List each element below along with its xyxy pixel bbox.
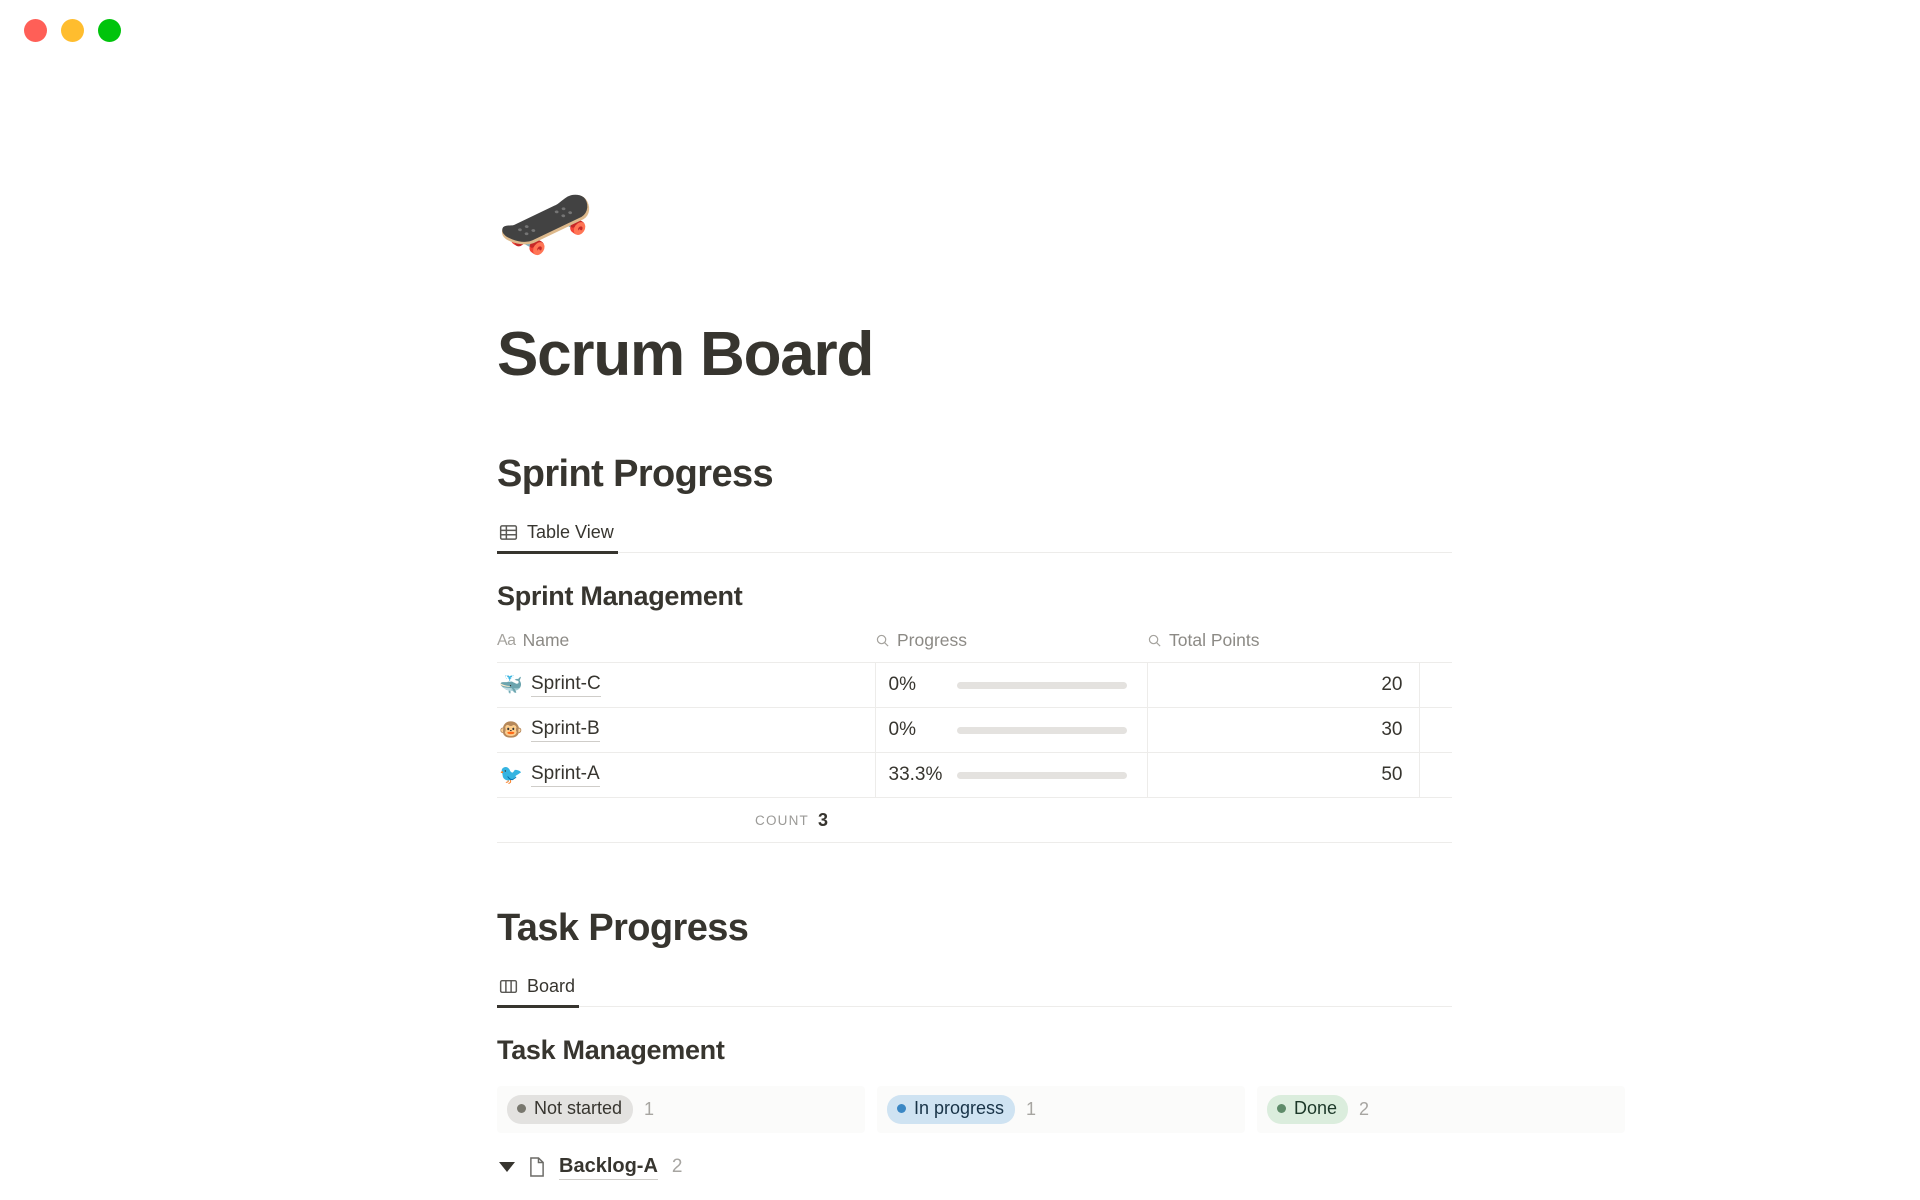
maximize-window-button[interactable] — [98, 19, 121, 42]
column-header-total-points[interactable]: Total Points — [1147, 626, 1419, 663]
cell-spacer — [1419, 708, 1452, 753]
board-column-count: 1 — [644, 1099, 654, 1120]
cell-name[interactable]: 🐵 Sprint-B — [497, 708, 875, 753]
column-header-progress-label: Progress — [897, 630, 967, 651]
table-summary-row[interactable]: Count 3 — [497, 798, 1452, 843]
chevron-down-icon[interactable] — [499, 1162, 515, 1172]
status-dot-icon — [897, 1104, 906, 1113]
rollup-search-icon — [875, 633, 890, 648]
cell-progress[interactable]: 33.3% — [875, 753, 1147, 798]
status-badge-label: Done — [1294, 1098, 1337, 1120]
board-column-count: 2 — [1359, 1099, 1369, 1120]
table-header-row: Aa Name Progress — [497, 626, 1452, 663]
minimize-window-button[interactable] — [61, 19, 84, 42]
tab-table-view[interactable]: Table View — [497, 512, 626, 552]
cell-total-points[interactable]: 50 — [1147, 753, 1419, 798]
board-group-count: 2 — [672, 1156, 683, 1178]
status-dot-icon — [1277, 1104, 1286, 1113]
task-view-tabs: Board — [497, 967, 1452, 1007]
cell-spacer — [1419, 663, 1452, 708]
board-group-name-link[interactable]: Backlog-A — [559, 1155, 658, 1180]
table-row[interactable]: 🐦 Sprint-A 33.3% 50 — [497, 753, 1452, 798]
status-badge-done[interactable]: Done — [1267, 1095, 1348, 1124]
cell-spacer — [1419, 753, 1452, 798]
status-badge-label: Not started — [534, 1098, 622, 1120]
page-title[interactable]: Scrum Board — [497, 321, 1920, 389]
progress-value: 0% — [889, 719, 943, 741]
cell-name[interactable]: 🐦 Sprint-A — [497, 753, 875, 798]
progress-value: 33.3% — [889, 764, 943, 786]
progress-value: 0% — [889, 674, 943, 696]
task-board: Not started 1 In progress 1 Done 2 — [497, 1086, 1627, 1133]
cell-name[interactable]: 🐳 Sprint-C — [497, 663, 875, 708]
board-column-done[interactable]: Done 2 — [1257, 1086, 1625, 1133]
board-group-row-backlog-a: Backlog-A 2 — [497, 1155, 1920, 1180]
database-title-task-management[interactable]: Task Management — [497, 1035, 1920, 1066]
progress-bar-track — [957, 727, 1127, 734]
row-icon-emoji: 🐳 — [499, 676, 521, 695]
row-name-link[interactable]: Sprint-C — [531, 673, 601, 697]
summary-count-label: Count — [755, 813, 809, 828]
status-badge-not-started[interactable]: Not started — [507, 1095, 633, 1124]
board-column-count: 1 — [1026, 1099, 1036, 1120]
sprint-management-table: Aa Name Progress — [497, 626, 1452, 798]
window-traffic-lights — [24, 19, 121, 42]
row-name-link[interactable]: Sprint-B — [531, 718, 600, 742]
section-heading-sprint-progress[interactable]: Sprint Progress — [497, 453, 1920, 496]
cell-total-points[interactable]: 30 — [1147, 708, 1419, 753]
cell-progress[interactable]: 0% — [875, 708, 1147, 753]
status-badge-label: In progress — [914, 1098, 1004, 1120]
column-header-progress[interactable]: Progress — [875, 626, 1147, 663]
column-header-name-label: Name — [523, 630, 570, 651]
progress-bar-track — [957, 682, 1127, 689]
page-icon-emoji[interactable]: 🛹 — [497, 182, 1920, 274]
page-content: 🛹 Scrum Board Sprint Progress Table View… — [0, 60, 1920, 1180]
row-icon-emoji: 🐵 — [499, 721, 521, 740]
rollup-search-icon — [1147, 633, 1162, 648]
row-icon-emoji: 🐦 — [499, 766, 521, 785]
summary-count-value: 3 — [818, 810, 828, 831]
row-name-link[interactable]: Sprint-A — [531, 763, 600, 787]
cell-total-points[interactable]: 20 — [1147, 663, 1419, 708]
page-icon — [527, 1156, 547, 1178]
table-row[interactable]: 🐵 Sprint-B 0% 30 — [497, 708, 1452, 753]
tab-table-view-label: Table View — [527, 522, 614, 543]
board-icon — [499, 977, 518, 996]
cell-progress[interactable]: 0% — [875, 663, 1147, 708]
board-column-in-progress[interactable]: In progress 1 — [877, 1086, 1245, 1133]
column-header-spacer — [1419, 626, 1452, 663]
progress-bar-track — [957, 772, 1127, 779]
tab-board-view-label: Board — [527, 976, 575, 997]
column-header-name[interactable]: Aa Name — [497, 626, 875, 663]
close-window-button[interactable] — [24, 19, 47, 42]
sprint-table-body: 🐳 Sprint-C 0% 20 — [497, 663, 1452, 798]
table-icon — [499, 523, 518, 542]
board-column-not-started[interactable]: Not started 1 — [497, 1086, 865, 1133]
table-row[interactable]: 🐳 Sprint-C 0% 20 — [497, 663, 1452, 708]
status-dot-icon — [517, 1104, 526, 1113]
tab-board-view[interactable]: Board — [497, 966, 587, 1006]
section-heading-task-progress[interactable]: Task Progress — [497, 907, 1920, 950]
window-titlebar — [0, 0, 1920, 60]
sprint-view-tabs: Table View — [497, 513, 1452, 553]
database-title-sprint-management[interactable]: Sprint Management — [497, 581, 1920, 612]
status-badge-in-progress[interactable]: In progress — [887, 1095, 1015, 1124]
aa-text-icon: Aa — [497, 632, 516, 650]
column-header-total-points-label: Total Points — [1169, 630, 1259, 651]
